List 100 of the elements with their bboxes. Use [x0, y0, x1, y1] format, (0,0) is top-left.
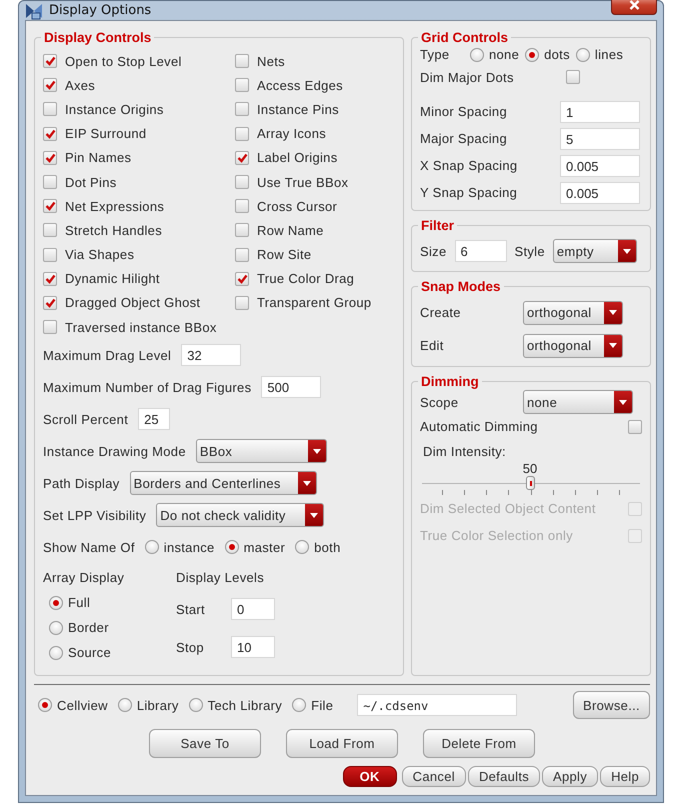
field-label: Instance Drawing Mode — [43, 444, 186, 459]
radio-button[interactable] — [292, 698, 306, 712]
dropdown[interactable]: orthogonal — [523, 300, 623, 324]
dialog-button[interactable]: OK — [342, 766, 397, 786]
field-label: Major Spacing — [420, 131, 508, 146]
dropdown[interactable]: Do not check validity — [156, 503, 324, 528]
radio-label: Border — [68, 620, 109, 636]
checkbox[interactable] — [235, 54, 249, 68]
slider-label: Dim Intensity: — [423, 444, 507, 459]
checkbox[interactable] — [235, 272, 249, 286]
checkbox[interactable] — [43, 175, 57, 190]
section-title: Grid Controls — [420, 30, 509, 45]
input-field[interactable]: 0.005 — [560, 182, 640, 204]
checkbox-label: Use True BBox — [257, 174, 348, 190]
field-label: Minor Spacing — [420, 104, 508, 119]
input-field[interactable]: 1 — [560, 100, 640, 122]
section-title: Filter — [420, 218, 456, 233]
checkbox-label: True Color Drag — [257, 271, 354, 286]
input-field[interactable]: 0 — [231, 598, 275, 620]
field-label: Maximum Number of Drag Figures — [43, 380, 252, 395]
radio-button[interactable] — [576, 48, 590, 62]
radio-button[interactable] — [49, 646, 63, 660]
checkbox[interactable] — [43, 223, 57, 238]
checkbox[interactable] — [43, 248, 57, 262]
group-label: Array Display — [43, 569, 126, 588]
checkbox[interactable] — [235, 296, 249, 310]
checkbox[interactable] — [43, 296, 57, 310]
radio-button[interactable] — [38, 698, 52, 712]
radio-button[interactable] — [188, 698, 203, 712]
dropdown[interactable]: orthogonal — [523, 334, 623, 358]
checkbox-label: Cross Cursor — [257, 198, 338, 214]
checkbox[interactable] — [43, 320, 57, 334]
radio-label: Cellview — [57, 698, 108, 712]
checkbox[interactable] — [43, 102, 57, 116]
checkbox[interactable] — [628, 420, 642, 434]
field-label: Scope — [420, 394, 460, 410]
slider-handle[interactable] — [526, 476, 535, 490]
dialog-button[interactable]: Cancel — [402, 766, 466, 786]
checkbox-label: Stretch Handles — [65, 222, 162, 238]
action-button[interactable]: Save To — [149, 728, 261, 758]
caret-icon — [305, 504, 324, 526]
field-label: Start — [176, 602, 206, 617]
checkbox[interactable] — [43, 150, 57, 165]
input-field[interactable]: 25 — [138, 408, 170, 430]
checkbox[interactable] — [235, 126, 249, 141]
section-title: Display Controls — [43, 30, 152, 45]
checkbox[interactable] — [566, 70, 580, 84]
radio-button[interactable] — [224, 540, 239, 554]
close-button[interactable] — [611, 0, 657, 14]
checkbox[interactable] — [43, 126, 57, 141]
input-field[interactable]: 10 — [231, 636, 275, 658]
checkbox-label: Automatic Dimming — [420, 419, 539, 434]
field-label: Style — [514, 244, 545, 258]
radio-button[interactable] — [470, 48, 484, 62]
checkbox[interactable] — [235, 150, 249, 165]
path-field[interactable]: ~/.cdsenv — [357, 694, 518, 716]
browse-button[interactable]: Browse... — [573, 691, 650, 719]
checkbox-label: Open to Stop Level — [65, 54, 182, 69]
radio-button[interactable] — [144, 540, 159, 554]
radio-button[interactable] — [295, 540, 310, 554]
input-field[interactable]: 0.005 — [560, 154, 640, 176]
checkbox[interactable] — [43, 78, 57, 92]
checkbox[interactable] — [43, 54, 57, 68]
radio-button[interactable] — [118, 698, 132, 712]
checkbox[interactable] — [235, 223, 249, 238]
checkbox-label: Dynamic Hilight — [65, 271, 160, 286]
input-field[interactable]: 32 — [181, 344, 242, 366]
dialog-button[interactable]: Help — [600, 766, 650, 786]
input-field[interactable]: 500 — [261, 376, 322, 398]
checkbox-label: Net Expressions — [65, 198, 164, 214]
checkbox[interactable] — [43, 272, 57, 286]
checkbox[interactable] — [235, 248, 249, 262]
checkbox-label: Instance Pins — [257, 102, 339, 117]
checkbox[interactable] — [43, 199, 57, 214]
radio-label: Source — [68, 645, 111, 660]
checkbox[interactable] — [235, 78, 249, 92]
section-title: Snap Modes — [420, 279, 502, 294]
checkbox[interactable] — [235, 199, 249, 214]
action-button[interactable]: Delete From — [423, 728, 535, 758]
checkbox[interactable] — [235, 175, 249, 190]
field-label: Show Name Of — [43, 540, 135, 555]
checkbox-label: Row Site — [257, 247, 312, 262]
dropdown[interactable]: BBox — [196, 439, 327, 464]
input-field[interactable]: 5 — [560, 128, 640, 150]
dropdown[interactable]: Borders and Centerlines — [130, 471, 317, 496]
radio-button[interactable] — [49, 620, 63, 635]
checkbox-label: Row Name — [257, 222, 324, 238]
checkbox-label: Access Edges — [257, 78, 343, 93]
radio-button[interactable] — [525, 48, 540, 62]
action-button[interactable]: Load From — [286, 728, 398, 758]
input-field[interactable]: 6 — [454, 240, 506, 262]
field-label: Edit — [420, 338, 445, 353]
checkbox-label: Dim Major Dots — [420, 70, 515, 84]
dropdown[interactable]: empty — [552, 239, 637, 263]
checkbox[interactable] — [235, 102, 249, 116]
dropdown[interactable]: none — [523, 390, 633, 414]
radio-button[interactable] — [49, 596, 63, 610]
dialog-button[interactable]: Defaults — [468, 766, 540, 786]
section-title: Dimming — [420, 374, 480, 389]
dialog-button[interactable]: Apply — [542, 766, 598, 786]
